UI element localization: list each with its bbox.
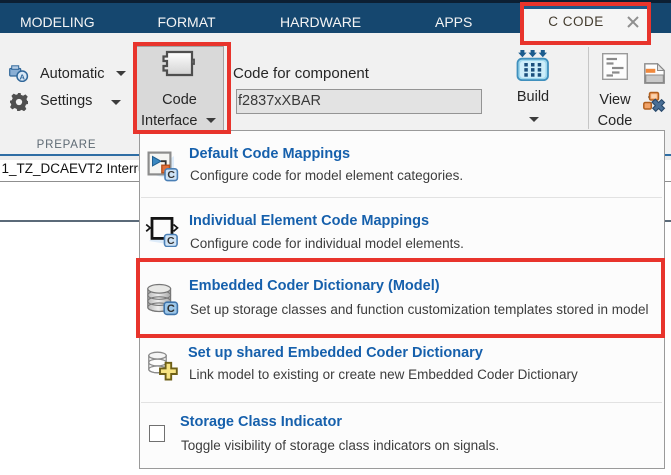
svg-text:C: C [167, 169, 175, 181]
svg-text:C: C [167, 235, 175, 247]
svg-text:A: A [19, 73, 25, 82]
